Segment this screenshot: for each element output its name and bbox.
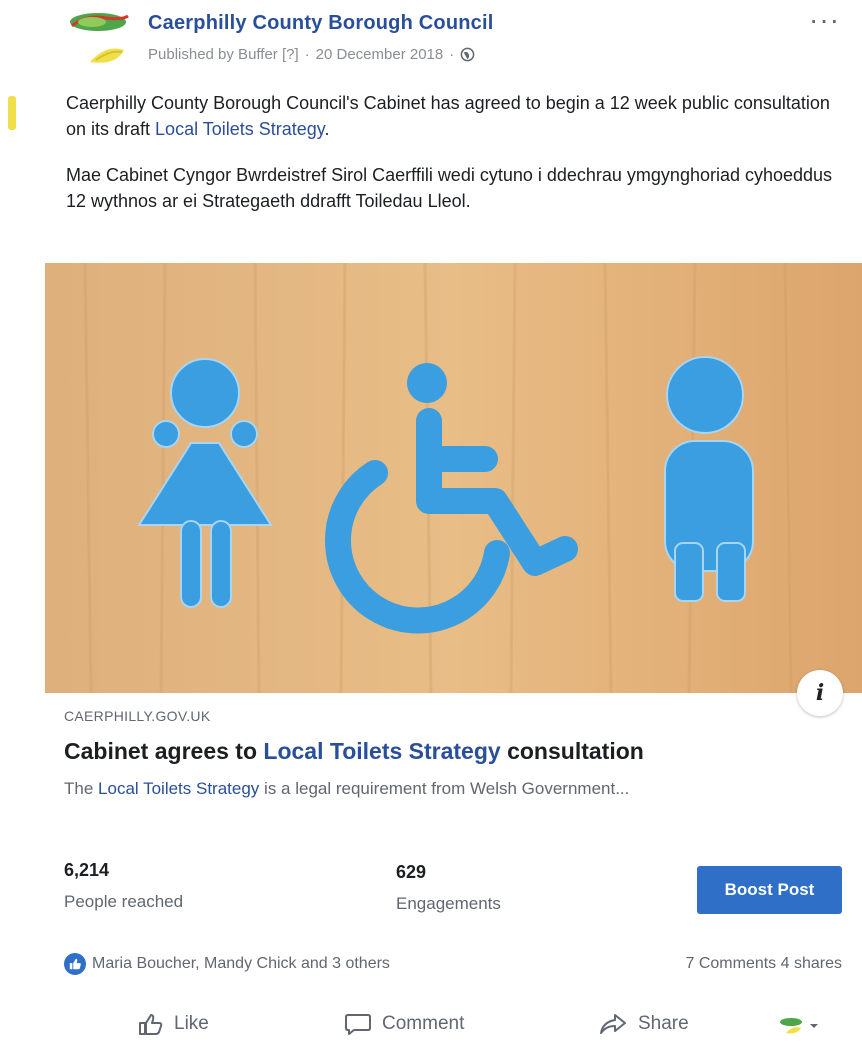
post-text-welsh: Mae Cabinet Cyngor Bwrdeistref Sirol Cae… bbox=[66, 165, 833, 211]
engagements-value: 629 bbox=[396, 862, 427, 882]
share-button[interactable]: Share bbox=[598, 1012, 689, 1036]
desc-before: The bbox=[64, 779, 99, 798]
globe-icon bbox=[460, 47, 475, 62]
headline-link[interactable]: Local Toilets Strategy bbox=[263, 738, 500, 764]
headline-after: consultation bbox=[500, 738, 644, 764]
facebook-post: Caerphilly County Borough Council Publis… bbox=[0, 0, 862, 1042]
info-icon[interactable]: i bbox=[797, 670, 843, 716]
comment-button[interactable]: Comment bbox=[344, 1012, 464, 1036]
link-preview-image[interactable] bbox=[45, 263, 862, 693]
post-text-english: Caerphilly County Borough Council's Cabi… bbox=[66, 90, 846, 142]
comment-icon bbox=[345, 1014, 371, 1035]
headline-before: Cabinet agrees to bbox=[64, 738, 264, 764]
page-name[interactable]: Caerphilly County Borough Council bbox=[148, 12, 494, 35]
reaction-names[interactable]: Maria Boucher, Mandy Chick and 3 others bbox=[92, 955, 390, 973]
desc-link[interactable]: Local Toilets Strategy bbox=[98, 779, 259, 798]
page-avatar-icon bbox=[780, 1018, 802, 1034]
meta-separator-2: · bbox=[449, 46, 455, 63]
like-label: Like bbox=[174, 1013, 209, 1034]
link-headline[interactable]: Cabinet agrees to Local Toilets Strategy… bbox=[64, 738, 644, 765]
post-text-en-link[interactable]: Local Toilets Strategy bbox=[155, 119, 324, 139]
comment-label: Comment bbox=[382, 1013, 465, 1034]
published-by[interactable]: Published by Buffer [?] bbox=[148, 46, 299, 63]
link-domain[interactable]: CAERPHILLY.GOV.UK bbox=[64, 708, 210, 724]
page-logo[interactable] bbox=[66, 10, 132, 70]
people-reached-value: 6,214 bbox=[64, 860, 110, 880]
post-meta: Published by Buffer [?] · 20 December 20… bbox=[148, 46, 475, 63]
reactions-summary[interactable]: Maria Boucher, Mandy Chick and 3 others bbox=[64, 953, 390, 975]
thumbs-up-icon bbox=[139, 1014, 163, 1035]
desc-after: is a legal requirement from Welsh Govern… bbox=[259, 779, 630, 798]
post-text-en-after: . bbox=[324, 119, 330, 139]
meta-separator: · bbox=[304, 46, 310, 63]
highlight-mark bbox=[8, 96, 16, 130]
male-toilet-sign bbox=[664, 356, 754, 602]
link-description[interactable]: The Local Toilets Strategy is a legal re… bbox=[64, 779, 629, 799]
share-label: Share bbox=[638, 1013, 689, 1034]
post-date[interactable]: 20 December 2018 bbox=[316, 46, 444, 63]
people-reached-label: People reached bbox=[64, 892, 184, 911]
engagements-label: Engagements bbox=[396, 894, 501, 913]
comments-shares-count[interactable]: 7 Comments 4 shares bbox=[685, 955, 842, 973]
chevron-down-icon bbox=[810, 1024, 818, 1028]
more-options-button[interactable]: ··· bbox=[809, 4, 840, 36]
like-reaction-icon bbox=[64, 953, 86, 975]
share-icon bbox=[600, 1014, 626, 1034]
like-button[interactable]: Like bbox=[138, 1012, 209, 1036]
boost-post-button[interactable]: Boost Post bbox=[697, 866, 842, 914]
post-as-selector[interactable] bbox=[778, 1016, 820, 1036]
